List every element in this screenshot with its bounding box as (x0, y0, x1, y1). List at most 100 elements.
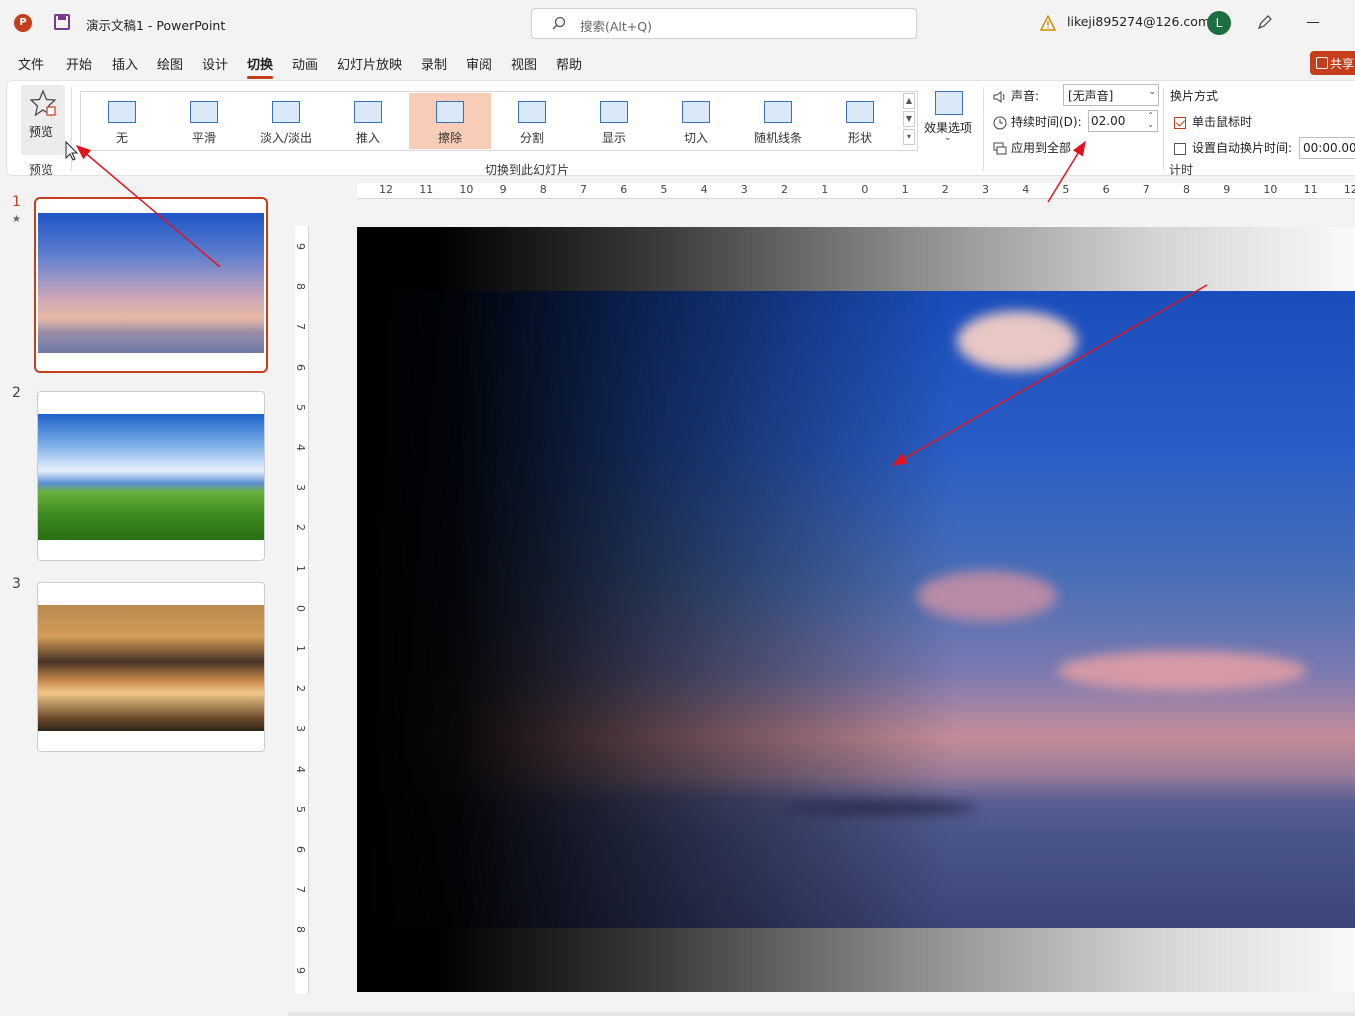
slide-thumbnail-1[interactable] (34, 197, 268, 373)
search-placeholder: 搜索(Alt+Q) (580, 19, 652, 34)
transition-reveal[interactable]: 显示 (573, 93, 655, 149)
effect-options-button[interactable]: 效果选项 ⌄ (919, 89, 979, 149)
ruler-number: 11 (419, 183, 434, 196)
slide-number: 2 (12, 385, 21, 401)
share-label: 共享 (1330, 57, 1355, 71)
transition-label: 形状 (847, 131, 872, 145)
tab-file[interactable]: 文件 (18, 54, 44, 73)
tab-design[interactable]: 设计 (202, 54, 228, 73)
transition-group-label: 切换到此幻灯片 (485, 163, 570, 177)
transition-push[interactable]: 推入 (327, 93, 409, 149)
transition-shape[interactable]: 形状 (819, 93, 901, 149)
tab-draw[interactable]: 绘图 (157, 54, 183, 73)
ruler-number: 1 (294, 645, 307, 652)
on-click-label: 单击鼠标时 (1192, 115, 1253, 129)
ruler-number: 9 (499, 183, 507, 196)
ruler-number: 2 (294, 685, 307, 693)
vertical-ruler: 9 8 7 6 5 4 3 2 1 0 1 2 3 4 5 6 7 8 9 (294, 226, 309, 994)
sound-value: [无声音] (1068, 89, 1114, 103)
tab-animations[interactable]: 动画 (292, 54, 318, 73)
sound-dropdown[interactable]: [无声音] ⌄ (1063, 84, 1159, 106)
transition-split[interactable]: 分割 (491, 93, 573, 149)
preview-button[interactable]: 预览 (21, 85, 65, 155)
powerpoint-logo-icon: P (14, 14, 32, 32)
gallery-up-icon[interactable]: ▲ (903, 93, 915, 109)
share-button[interactable]: 共享 (1310, 51, 1355, 75)
transition-wipe[interactable]: 擦除 (409, 93, 491, 149)
slide-thumbnail-pane: 1 ★ 2 3 (0, 182, 288, 1016)
tab-insert[interactable]: 插入 (112, 54, 138, 73)
animation-star-icon[interactable]: ★ (12, 214, 21, 225)
auto-after-field[interactable]: 00:00.00 (1299, 137, 1355, 159)
transition-random-bars[interactable]: 随机线条 (737, 93, 819, 149)
gallery-scroll[interactable]: ▲ ▼ ▾ (903, 93, 917, 149)
transition-morph[interactable]: 平滑 (163, 93, 245, 149)
ruler-number: 8 (1183, 183, 1190, 196)
apply-all-label: 应用到全部 (1011, 141, 1072, 155)
search-icon (552, 16, 566, 30)
divider (1163, 87, 1164, 171)
transition-label: 随机线条 (753, 131, 802, 145)
gallery-down-icon[interactable]: ▼ (903, 111, 915, 127)
horizontal-ruler: 12 11 10 9 8 7 6 5 4 3 2 1 0 1 2 3 4 5 6 7 8 9 10 11 12 (357, 183, 1355, 199)
transition-fade[interactable]: 淡入/淡出 (245, 93, 327, 149)
ruler-number: 12 (379, 183, 393, 196)
slide-thumbnail-3[interactable] (37, 582, 265, 752)
chevron-down-icon: ⌄ (1148, 87, 1156, 97)
ruler-number: 8 (539, 183, 547, 196)
warning-icon[interactable] (1040, 15, 1056, 31)
spinner-icon[interactable]: ⌃ ⌄ (1147, 111, 1154, 129)
checkbox-icon[interactable] (1174, 142, 1186, 155)
save-icon[interactable] (54, 14, 70, 30)
preview-group-label: 预览 (29, 163, 54, 177)
tab-slideshow[interactable]: 幻灯片放映 (337, 54, 402, 73)
transition-label: 擦除 (437, 131, 462, 145)
account-name[interactable]: likeji895274@126.com (1067, 14, 1210, 29)
divider (71, 87, 72, 171)
tab-review[interactable]: 审阅 (466, 54, 492, 73)
ruler-number: 1 (821, 183, 829, 196)
apply-all-button[interactable]: 应用到全部 (993, 139, 1071, 156)
tab-home[interactable]: 开始 (66, 54, 92, 73)
tab-view[interactable]: 视图 (511, 54, 537, 73)
tab-record[interactable]: 录制 (421, 54, 447, 73)
minimize-icon[interactable] (1307, 22, 1319, 23)
chevron-down-icon: ⌄ (944, 133, 952, 143)
ruler-number: 7 (1142, 183, 1150, 196)
search-input[interactable]: 搜索(Alt+Q) (531, 8, 917, 39)
ruler-number: 4 (700, 183, 708, 196)
ruler-number: 9 (1223, 183, 1231, 196)
transition-none[interactable]: 无 (81, 93, 163, 149)
checkbox-checked-icon[interactable] (1174, 116, 1186, 129)
clock-icon (993, 116, 1007, 129)
ruler-number: 7 (294, 886, 307, 894)
transition-cut[interactable]: 切入 (655, 93, 737, 149)
advance-label: 换片方式 (1170, 89, 1219, 103)
transition-label: 平滑 (191, 131, 216, 145)
ribbon-tabs: 文件 开始 插入 绘图 设计 切换 动画 幻灯片放映 录制 审阅 视图 帮助 (0, 52, 1355, 79)
auto-after-checkbox[interactable]: 设置自动换片时间: (1174, 139, 1292, 156)
pen-icon[interactable] (1256, 13, 1274, 31)
ruler-number: 9 (294, 243, 307, 250)
transition-gallery: 无 平滑 淡入/淡出 推入 擦除 分割 显示 切入 随机线条 形状 (80, 91, 918, 151)
star-icon (29, 89, 57, 117)
on-click-checkbox[interactable]: 单击鼠标时 (1174, 113, 1252, 130)
slide-number: 1 (12, 194, 21, 210)
transition-label: 推入 (355, 131, 380, 145)
slide-canvas[interactable] (357, 227, 1355, 992)
transition-label: 无 (115, 131, 128, 145)
slide-photo (357, 291, 1355, 928)
gallery-more-icon[interactable]: ▾ (903, 129, 915, 145)
ruler-number: 11 (1303, 183, 1318, 196)
tab-help[interactable]: 帮助 (556, 54, 582, 73)
transition-cut-icon (682, 101, 710, 123)
ruler-number: 8 (294, 283, 307, 291)
slide-thumbnail-2[interactable] (37, 391, 265, 561)
tab-transitions[interactable]: 切换 (247, 54, 274, 79)
avatar[interactable]: L (1207, 11, 1231, 35)
ruler-number: 9 (294, 966, 307, 974)
ruler-number: 7 (294, 323, 307, 331)
duration-row: 持续时间(D): (993, 113, 1082, 130)
ruler-number: 6 (294, 363, 307, 371)
duration-field[interactable]: 02.00 ⌃ ⌄ (1088, 110, 1158, 132)
